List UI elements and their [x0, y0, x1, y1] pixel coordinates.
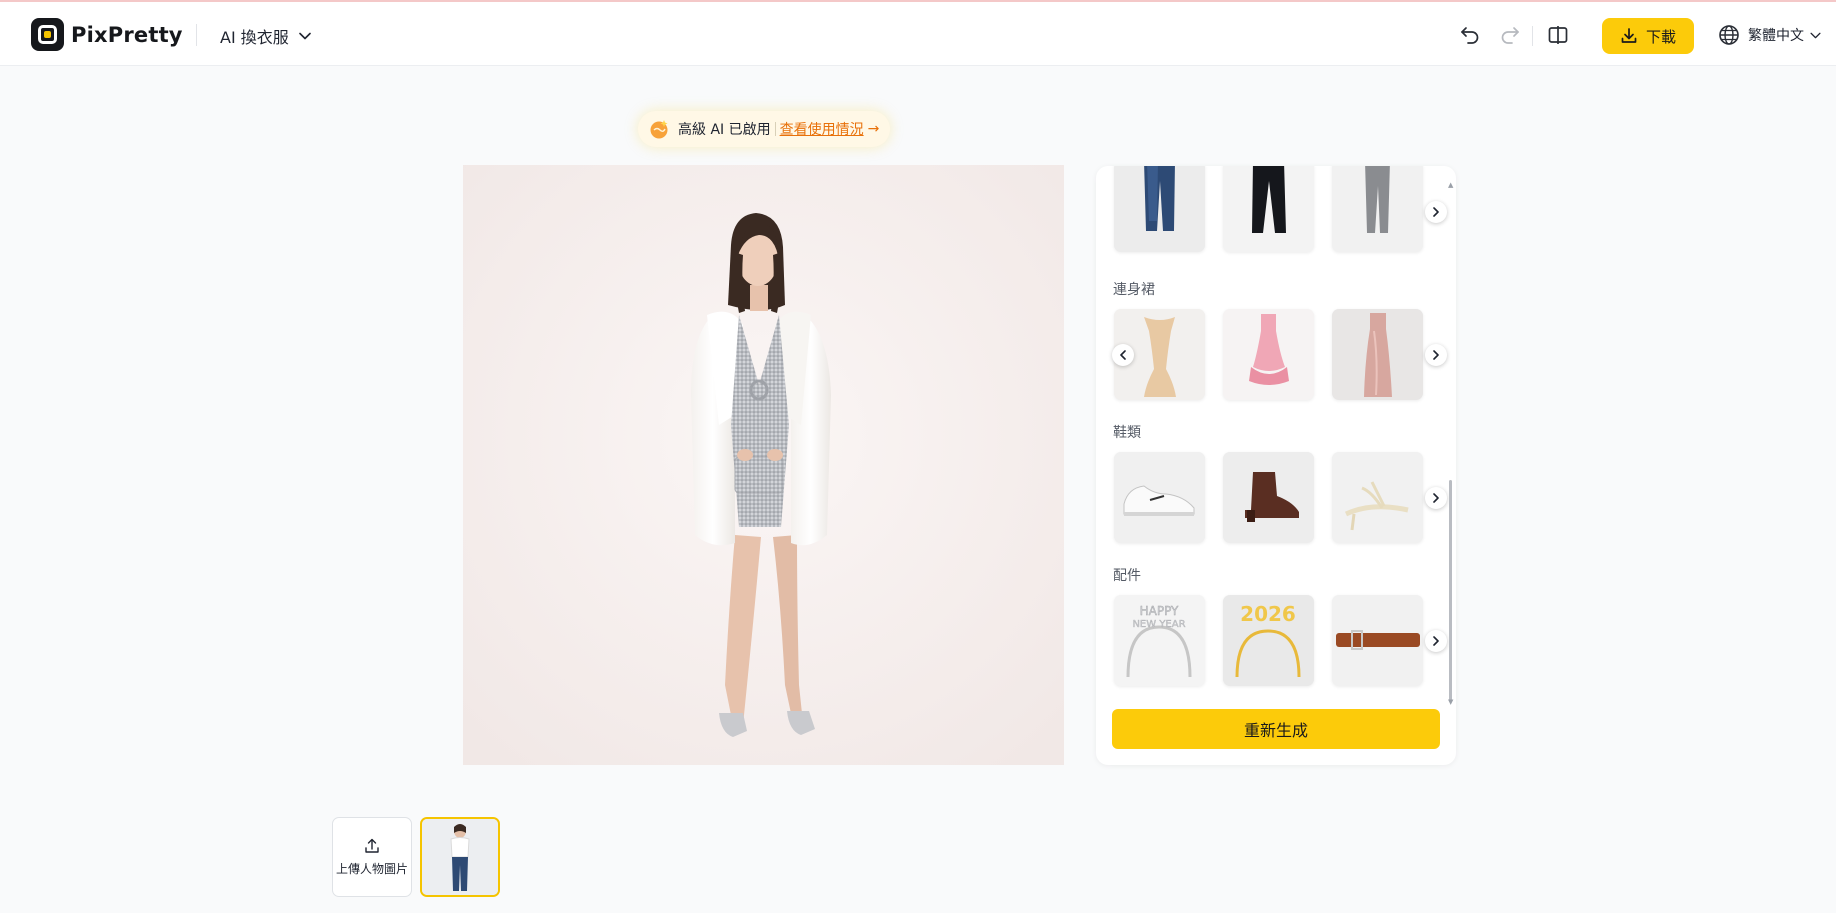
compare-button[interactable] [1545, 22, 1571, 48]
next-button[interactable] [1425, 344, 1447, 366]
premium-ai-banner: 高級 AI 已啟用 查看使用情況 → [638, 111, 890, 147]
category-label-shoes: 鞋類 [1113, 425, 1141, 441]
outfit-item[interactable]: 2026 [1223, 595, 1314, 686]
dress-icon [1223, 309, 1314, 400]
svg-text:2026: 2026 [1240, 602, 1296, 626]
redo-button[interactable] [1497, 22, 1523, 48]
dress-icon [1332, 309, 1423, 400]
language-label: 繁體中文 [1748, 28, 1804, 44]
chevron-down-icon [1810, 32, 1821, 38]
undo-button[interactable] [1457, 22, 1483, 48]
boot-icon [1223, 452, 1314, 543]
result-photo [463, 165, 1064, 765]
header-divider [1532, 26, 1533, 46]
sneaker-icon [1114, 452, 1205, 543]
chevron-right-icon [1433, 636, 1439, 646]
person-thumbnail [422, 819, 498, 895]
category-label-dresses: 連身裙 [1113, 282, 1155, 298]
language-selector[interactable]: 繁體中文 [1718, 24, 1821, 46]
tool-selector-label: AI 換衣服 [220, 28, 289, 47]
outfit-item[interactable] [1332, 309, 1423, 400]
outfit-item[interactable] [1332, 452, 1423, 543]
scrollbar-thumb[interactable] [1449, 480, 1452, 702]
logo[interactable]: PixPretty [31, 18, 183, 51]
undo-icon [1461, 27, 1479, 44]
leggings-icon [1332, 166, 1423, 252]
banner-divider [774, 122, 776, 136]
outfit-panel: 連身裙 鞋類 配件 HAPPY NEW YEAR 2026 ▲ ▼ 重新生成 [1096, 166, 1456, 765]
banner-text: 高級 AI 已啟用 [678, 122, 771, 138]
logo-text: PixPretty [71, 22, 183, 47]
headband-icon: HAPPYNEW YEAR [1114, 595, 1205, 686]
outfit-item[interactable] [1223, 309, 1314, 400]
outfit-item[interactable] [1332, 166, 1423, 252]
view-usage-link[interactable]: 查看使用情況 [780, 119, 864, 139]
download-button[interactable]: 下載 [1602, 18, 1694, 54]
category-label-accessories: 配件 [1113, 568, 1141, 584]
upload-person-image-button[interactable]: 上傳人物圖片 [332, 817, 412, 897]
scroll-down-icon[interactable]: ▼ [1448, 698, 1453, 706]
svg-text:NEW YEAR: NEW YEAR [1132, 619, 1185, 630]
jeans-icon [1114, 166, 1205, 252]
outfit-item[interactable] [1223, 452, 1314, 543]
headband-icon: 2026 [1223, 595, 1314, 686]
outfit-item[interactable] [1223, 166, 1314, 252]
outfit-item[interactable] [1332, 595, 1423, 686]
model-figure [463, 165, 1064, 765]
download-label: 下載 [1645, 27, 1676, 46]
arrow-right-icon: → [867, 121, 880, 137]
panel-scrollbar[interactable]: ▲ ▼ [1448, 181, 1453, 706]
outfit-item[interactable] [1114, 166, 1205, 252]
upload-label: 上傳人物圖片 [335, 861, 408, 876]
download-icon [1621, 28, 1637, 43]
redo-icon [1501, 27, 1519, 44]
globe-icon [1719, 25, 1739, 45]
pants-icon [1223, 166, 1314, 252]
upload-icon [365, 838, 379, 853]
belt-icon [1332, 595, 1423, 686]
chevron-right-icon [1433, 493, 1439, 503]
compare-icon [1548, 26, 1568, 44]
tool-selector[interactable]: AI 換衣服 [220, 24, 311, 48]
next-button[interactable] [1425, 487, 1447, 509]
header-divider [196, 24, 197, 46]
regenerate-button[interactable]: 重新生成 [1112, 709, 1440, 749]
next-button[interactable] [1425, 630, 1447, 652]
chevron-right-icon [1433, 350, 1439, 360]
previous-button[interactable] [1112, 344, 1134, 366]
outfit-item[interactable] [1114, 452, 1205, 543]
app-header: PixPretty AI 換衣服 下載 繁體中文 [0, 2, 1836, 66]
sandal-icon [1332, 452, 1423, 543]
scroll-up-icon[interactable]: ▲ [1448, 181, 1453, 189]
svg-text:HAPPY: HAPPY [1140, 604, 1179, 618]
outfit-item[interactable]: HAPPY NEW YEAR [1114, 595, 1205, 686]
next-button[interactable] [1425, 201, 1447, 223]
sparkle-ai-icon [650, 120, 668, 139]
chevron-left-icon [1120, 350, 1126, 360]
chevron-down-icon [298, 32, 311, 40]
chevron-right-icon [1433, 207, 1439, 217]
logo-icon [31, 18, 64, 51]
source-image-thumbnail[interactable] [420, 817, 500, 897]
